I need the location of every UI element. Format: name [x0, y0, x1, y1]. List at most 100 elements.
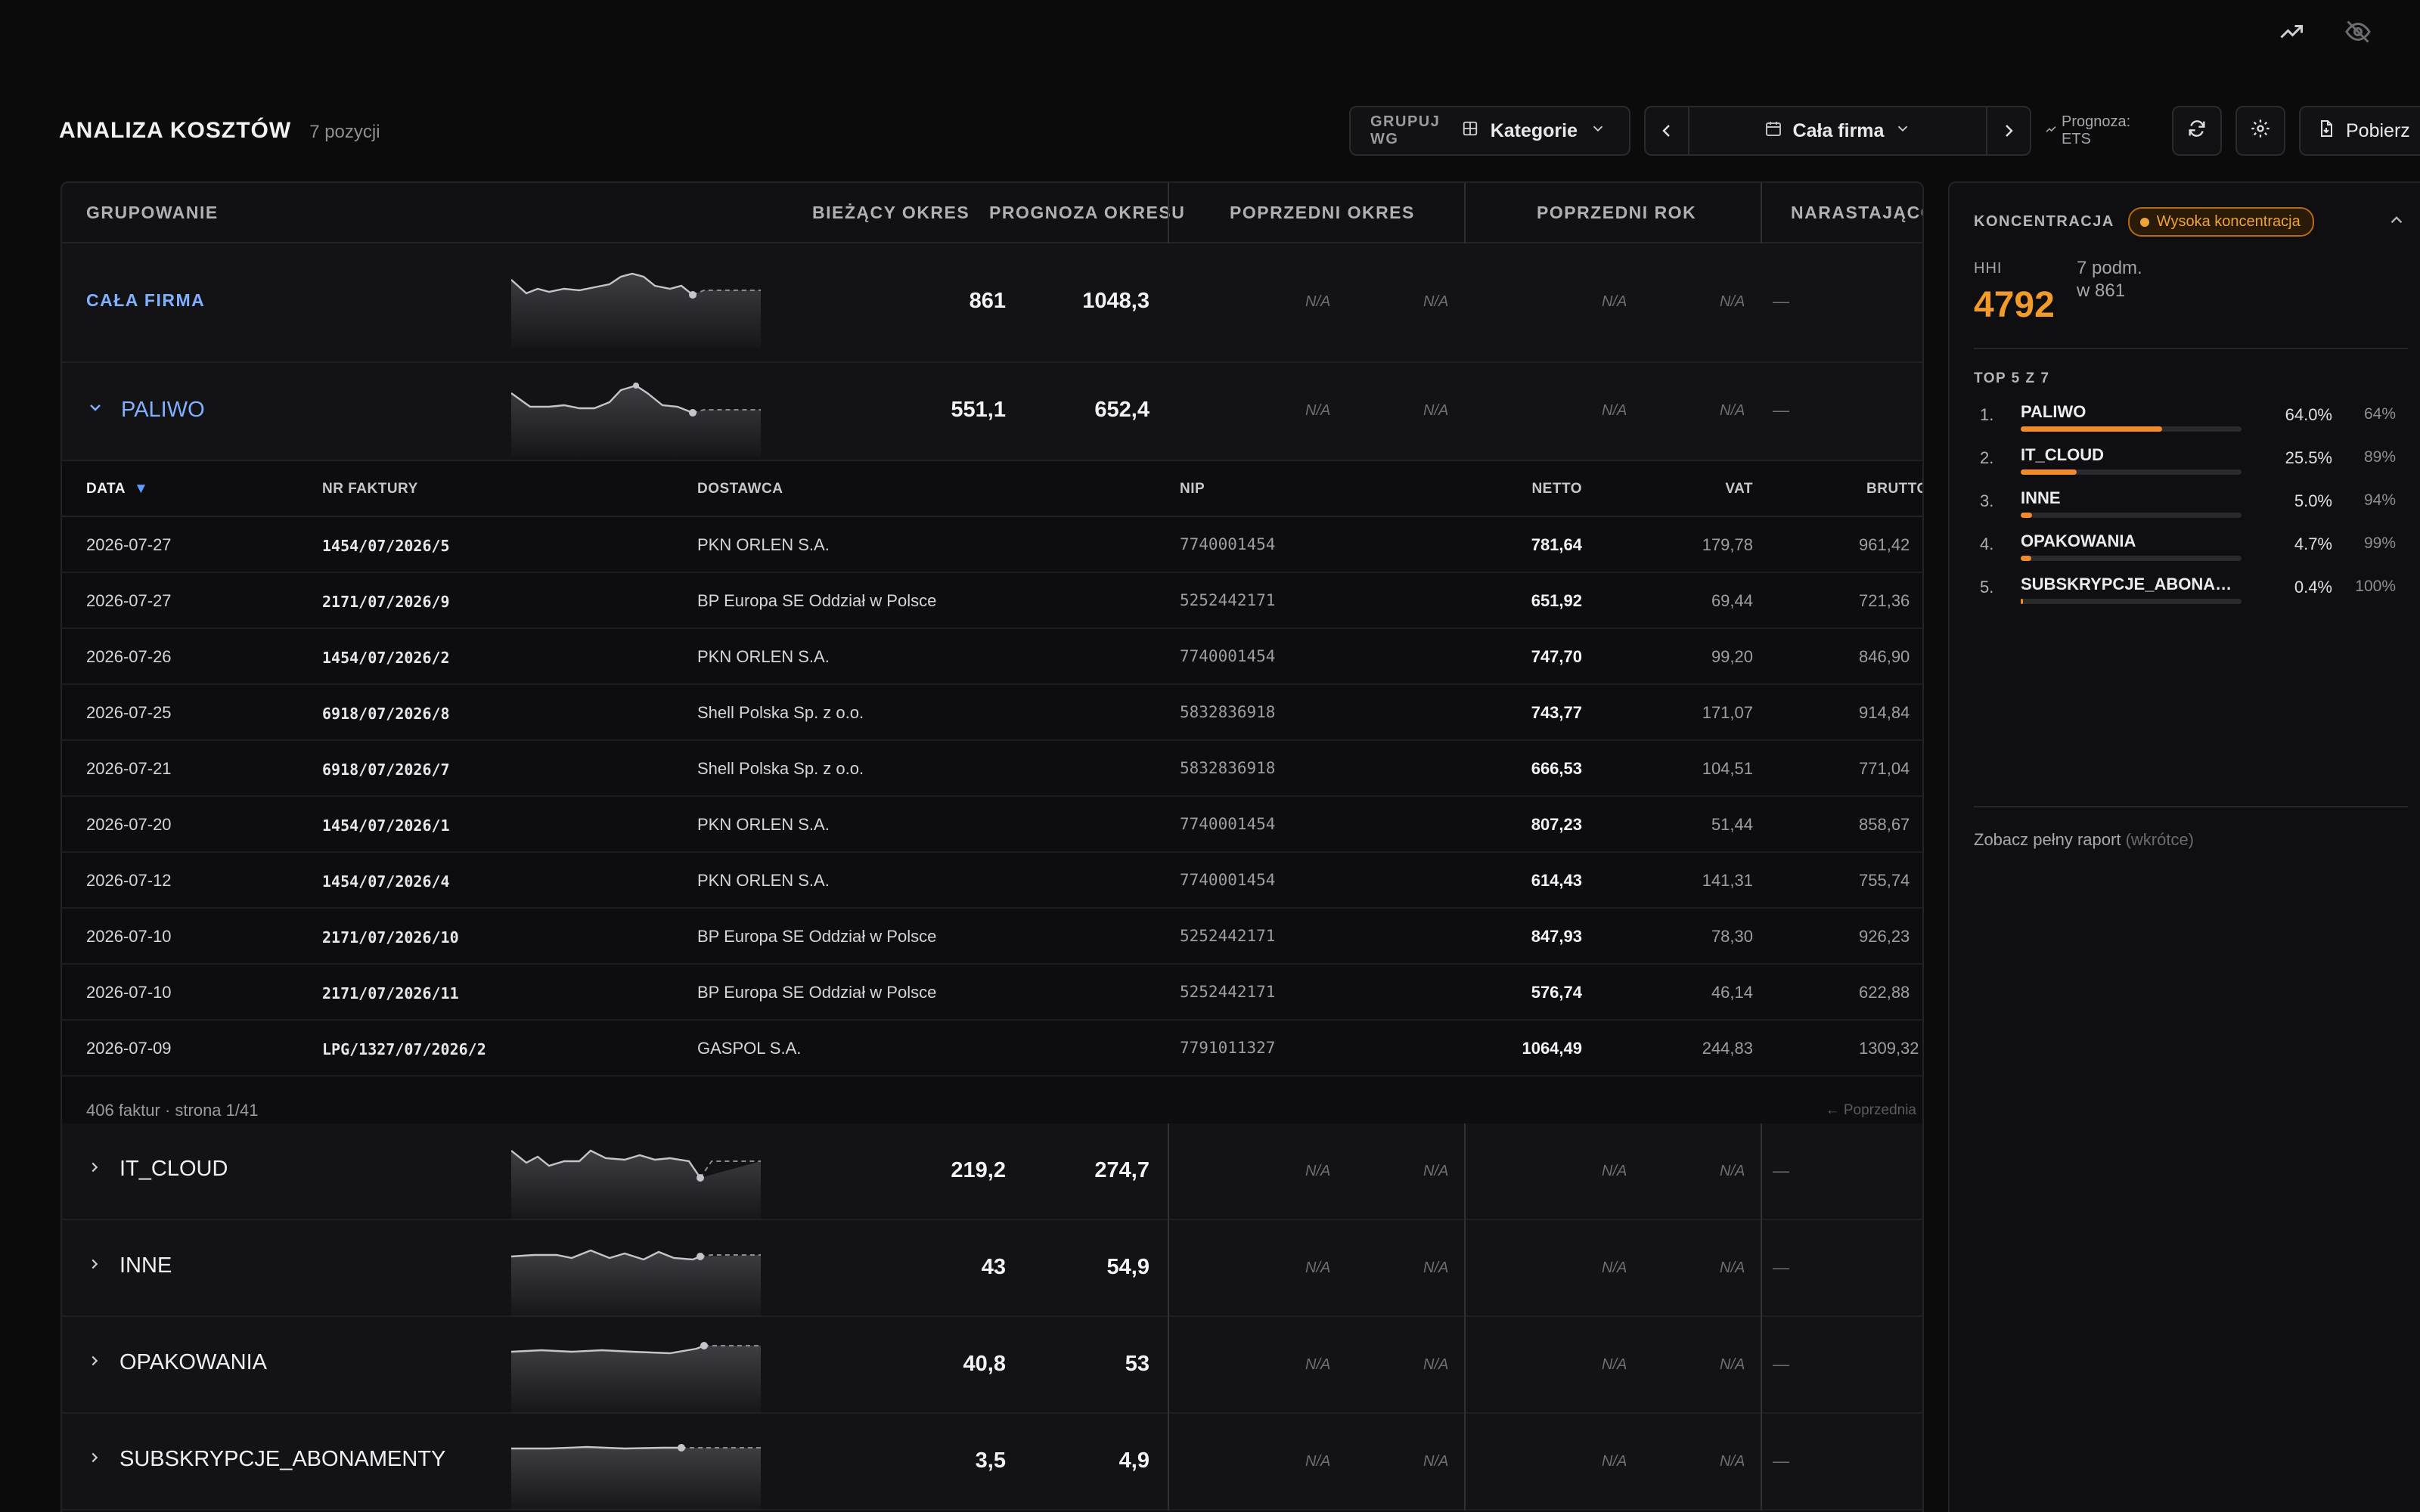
prev-year-value: N/A	[1602, 1259, 1627, 1276]
settings-button[interactable]	[2235, 106, 2285, 156]
table-row[interactable]: 2026-07-26 1454/07/2026/2 PKN ORLEN S.A. 77…	[62, 629, 1922, 685]
invoice-date: 2026-07-12	[86, 871, 172, 890]
column-gross[interactable]: BRUTTO	[1866, 481, 1922, 497]
invoice-number: 1454/07/2026/2	[322, 649, 450, 667]
invoice-supplier: BP Europa SE Oddział w Polsce	[697, 983, 937, 1002]
forecast-indicator[interactable]: Prognoza: ETS	[2045, 113, 2158, 148]
invoice-date: 2026-07-09	[86, 1039, 172, 1058]
table-row[interactable]: 2026-07-27 2171/07/2026/9 BP Europa SE Odd…	[62, 573, 1922, 629]
top-item-share: 5.0%	[2294, 491, 2332, 510]
column-date[interactable]: DATA ▼	[86, 481, 148, 497]
top-item-cumulative: 100%	[2355, 578, 2396, 595]
column-cumulative[interactable]: NARASTAJĄCO	[1791, 203, 1922, 223]
invoice-gross: 622,88	[1859, 983, 1910, 1002]
prev-page-button[interactable]: ← Poprzednia	[1826, 1102, 1916, 1119]
chevron-right-icon[interactable]	[86, 1157, 103, 1182]
group-row[interactable]: INNE 43 54,9 N/A N/A N/A N/A —	[62, 1220, 1922, 1317]
column-divider	[1761, 1123, 1762, 1510]
share-bar-fill	[2021, 513, 2032, 518]
full-report-link[interactable]: Zobacz pełny raport (wkrótce)	[1974, 830, 2194, 850]
top-item[interactable]: 5. SUBSKRYPCJE_ABONAMENTY 0.4% 100%	[1980, 575, 2403, 617]
divider	[1974, 348, 2408, 349]
column-invoice[interactable]: NR FAKTURY	[322, 481, 418, 497]
top-item-name: PALIWO	[2021, 402, 2086, 421]
table-row[interactable]: 2026-07-12 1454/07/2026/4 PKN ORLEN S.A. 77…	[62, 853, 1922, 909]
table-row[interactable]: 2026-07-21 6918/07/2026/7 Shell Polska Sp.…	[62, 741, 1922, 797]
top-item-cumulative: 99%	[2363, 534, 2396, 552]
group-row[interactable]: OPAKOWANIA 40,8 53 N/A N/A N/A N/A —	[62, 1317, 1922, 1414]
chevron-right-icon[interactable]	[86, 1350, 103, 1375]
refresh-button[interactable]	[2172, 106, 2222, 156]
prev-period-change: N/A	[1423, 1259, 1449, 1276]
period-next-button[interactable]	[1986, 107, 2030, 154]
invoice-supplier: Shell Polska Sp. z o.o.	[697, 703, 864, 722]
invoice-gross: 1309,32	[1859, 1039, 1919, 1058]
column-prev-period[interactable]: POPRZEDNI OKRES	[1230, 203, 1415, 223]
panel-header: KONCENTRACJA Wysoka koncentracja	[1974, 207, 2314, 237]
chevron-up-icon[interactable]	[2387, 210, 2406, 234]
group-row[interactable]: SUBSKRYPCJE_ABONAMENTY 3,5 4,9 N/A N/A N/A N/A…	[62, 1414, 1922, 1510]
top-item[interactable]: 1. PALIWO 64.0% 64%	[1980, 402, 2403, 445]
column-current[interactable]: BIEŻĄCY OKRES	[812, 203, 970, 223]
chevron-right-icon[interactable]	[86, 1447, 103, 1472]
group-name[interactable]: SUBSKRYPCJE_ABONAMENTY	[86, 1447, 445, 1472]
chevron-right-icon[interactable]	[86, 1253, 103, 1278]
invoice-gross: 926,23	[1859, 927, 1910, 946]
current-value: 861	[969, 289, 1006, 313]
prev-year-change: N/A	[1720, 402, 1745, 419]
period-prev-button[interactable]	[1646, 107, 1689, 154]
chevron-down-icon[interactable]	[86, 398, 104, 423]
group-name[interactable]: PALIWO	[86, 398, 205, 423]
prev-year-change: N/A	[1720, 1163, 1745, 1179]
group-name[interactable]: IT_CLOUD	[86, 1157, 228, 1182]
invoice-number: LPG/1327/07/2026/2	[322, 1040, 486, 1058]
column-grouping[interactable]: GRUPOWANIE	[86, 203, 219, 223]
prev-year-value: N/A	[1602, 1356, 1627, 1373]
top-item[interactable]: 2. IT_CLOUD 25.5% 89%	[1980, 445, 2403, 488]
cumulative-value: —	[1773, 401, 1789, 420]
sort-desc-icon: ▼	[134, 481, 149, 497]
group-name[interactable]: INNE	[86, 1253, 172, 1278]
column-prev-year[interactable]: POPRZEDNI ROK	[1537, 203, 1696, 223]
top-item-cumulative: 89%	[2363, 448, 2396, 466]
column-supplier[interactable]: DOSTAWCA	[697, 481, 783, 497]
group-name-link[interactable]: CAŁA FIRMA	[86, 290, 205, 311]
period-dropdown[interactable]: Cała firma	[1689, 119, 1986, 143]
group-row-paliwo[interactable]: PALIWO 551,1 652,4 N/A N/A N/A N/A —	[62, 363, 1922, 461]
table-row[interactable]: 2026-07-20 1454/07/2026/1 PKN ORLEN S.A. 77…	[62, 797, 1922, 853]
sparkline	[511, 1342, 761, 1414]
download-button[interactable]: Pobierz	[2299, 106, 2420, 156]
forecast-value: 54,9	[1106, 1255, 1150, 1279]
column-forecast[interactable]: PROGNOZA OKRESU	[989, 203, 1185, 223]
table-row[interactable]: 2026-07-10 2171/07/2026/11 BP Europa SE Od…	[62, 965, 1922, 1021]
invoice-rows: 2026-07-27 1454/07/2026/5 PKN ORLEN S.A. 77…	[62, 517, 1922, 1077]
invoice-vat: 244,83	[1702, 1039, 1753, 1058]
prev-period-value: N/A	[1305, 1453, 1331, 1470]
invoice-nip: 5252442171	[1180, 927, 1276, 945]
table-row[interactable]: 2026-07-10 2171/07/2026/10 BP Europa SE Od…	[62, 909, 1922, 965]
table-row[interactable]: 2026-07-09 LPG/1327/07/2026/2 GASPOL S.A. 7…	[62, 1021, 1922, 1077]
column-net[interactable]: NETTO	[1499, 481, 1582, 497]
top-item-rank: 1.	[1980, 405, 1994, 424]
group-name[interactable]: OPAKOWANIA	[86, 1350, 267, 1375]
forecast-label: Prognoza: ETS	[2062, 113, 2131, 147]
group-row[interactable]: IT_CLOUD 219,2 274,7 N/A N/A N/A N/A —	[62, 1123, 1922, 1220]
trend-icon[interactable]	[2275, 15, 2308, 48]
prev-year-change: N/A	[1720, 1453, 1745, 1470]
prev-year-value: N/A	[1602, 1453, 1627, 1470]
eye-off-icon[interactable]	[2341, 15, 2375, 48]
top-item[interactable]: 3. INNE 5.0% 94%	[1980, 488, 2403, 531]
current-value: 3,5	[975, 1448, 1006, 1473]
cost-table: GRUPOWANIE BIEŻĄCY OKRES PROGNOZA OKRESU…	[60, 181, 1924, 1512]
column-nip[interactable]: NIP	[1180, 481, 1205, 497]
group-by-select[interactable]: GRUPUJ WG Kategorie	[1349, 106, 1630, 156]
group-label: IT_CLOUD	[119, 1157, 228, 1181]
top-item[interactable]: 4. OPAKOWANIA 4.7% 99%	[1980, 531, 2403, 574]
invoice-vat: 104,51	[1702, 759, 1753, 778]
top-item-share: 4.7%	[2294, 534, 2332, 553]
column-vat[interactable]: VAT	[1665, 481, 1753, 497]
table-row[interactable]: 2026-07-27 1454/07/2026/5 PKN ORLEN S.A. 77…	[62, 517, 1922, 573]
table-row[interactable]: 2026-07-25 6918/07/2026/8 Shell Polska Sp.…	[62, 685, 1922, 741]
group-row-company[interactable]: CAŁA FIRMA 861 1048,3 N/A N/A N/A N/A —	[62, 243, 1922, 363]
invoice-vat: 78,30	[1711, 927, 1753, 946]
